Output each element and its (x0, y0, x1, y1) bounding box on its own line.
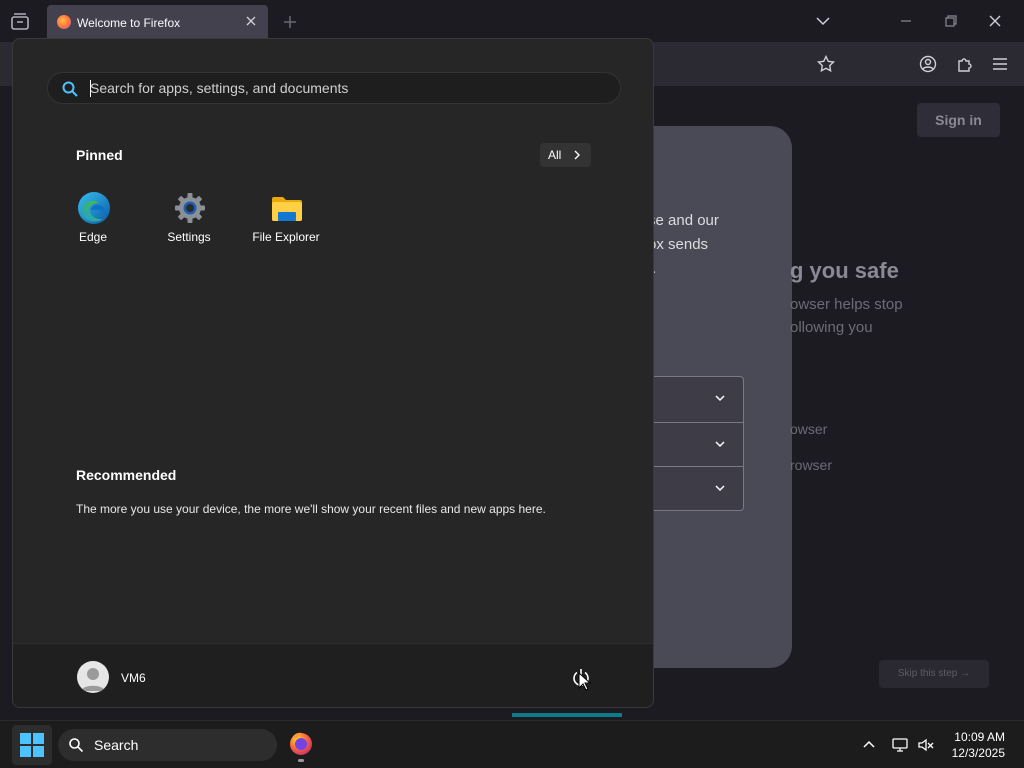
recommended-empty-text: The more you use your device, the more w… (76, 502, 546, 516)
restore-icon[interactable] (942, 12, 960, 30)
app-label: Edge (78, 230, 108, 244)
section-subtext: ollowing you (790, 319, 873, 336)
sign-in-button[interactable]: Sign in (917, 103, 1000, 137)
menu-icon[interactable] (990, 54, 1010, 74)
windows-logo-icon (20, 733, 44, 757)
volume-muted-icon[interactable] (917, 736, 935, 754)
user-avatar[interactable] (77, 661, 109, 693)
system-clock[interactable]: 10:09 AM 12/3/2025 (952, 729, 1005, 761)
network-icon[interactable] (891, 736, 909, 754)
chevron-down-icon (715, 485, 725, 492)
pinned-heading: Pinned (76, 147, 123, 163)
chevron-down-icon (715, 441, 725, 448)
clock-time: 10:09 AM (954, 730, 1005, 744)
tab-title: Welcome to Firefox (77, 16, 181, 30)
content-text-line: ox sends (648, 236, 709, 253)
minimize-icon[interactable] (897, 12, 915, 30)
progress-indicator (512, 713, 622, 717)
app-label: File Explorer (252, 230, 320, 244)
all-apps-button[interactable]: All (540, 143, 591, 167)
search-icon (69, 738, 84, 753)
start-menu-footer: VM6 (13, 643, 653, 707)
firefox-titlebar: Welcome to Firefox (0, 0, 1024, 42)
option-text: owser (790, 421, 828, 437)
option-text: rowser (790, 457, 833, 473)
user-name[interactable]: VM6 (121, 671, 146, 685)
settings-gear-icon (175, 193, 205, 223)
recommended-heading: Recommended (76, 467, 177, 483)
running-indicator (298, 759, 304, 762)
edge-icon (78, 192, 110, 224)
content-text-line: se and our (648, 212, 719, 229)
firefox-favicon-icon (57, 15, 71, 29)
start-button[interactable] (12, 725, 52, 765)
firefox-icon (290, 732, 312, 755)
list-all-tabs-icon[interactable] (814, 12, 832, 30)
section-heading: g you safe (790, 258, 899, 283)
tab-list-icon[interactable] (8, 10, 32, 34)
chevron-right-icon (574, 150, 580, 160)
text-caret (90, 80, 91, 97)
mouse-cursor-icon (578, 672, 592, 691)
start-menu: Pinned All Edge (12, 38, 654, 708)
bookmark-star-icon[interactable] (816, 54, 836, 74)
taskbar-search-label: Search (94, 737, 139, 753)
folder-icon (272, 197, 302, 221)
accordion-item[interactable] (654, 377, 743, 421)
close-window-icon[interactable] (986, 12, 1004, 30)
pinned-app-settings[interactable]: Settings (141, 189, 237, 249)
start-search-box[interactable] (47, 72, 621, 104)
taskbar-app-firefox[interactable] (285, 729, 317, 762)
skip-step-button[interactable]: Skip this step → (879, 660, 989, 688)
options-accordion (654, 376, 744, 511)
pinned-app-file-explorer[interactable]: File Explorer (238, 189, 334, 249)
browser-tab[interactable]: Welcome to Firefox (47, 5, 268, 41)
user-icon (81, 668, 105, 691)
taskbar-search-box[interactable]: Search (58, 729, 277, 761)
pinned-app-edge[interactable]: Edge (45, 189, 141, 249)
app-label: Settings (167, 230, 211, 244)
close-tab-icon[interactable] (244, 14, 258, 28)
chevron-up-icon[interactable] (860, 736, 878, 754)
account-icon[interactable] (918, 54, 938, 74)
start-search-input[interactable] (90, 73, 610, 103)
clock-date: 12/3/2025 (951, 746, 1005, 760)
chevron-down-icon (715, 395, 725, 402)
window-controls (794, 0, 1024, 42)
accordion-item[interactable] (654, 466, 743, 510)
section-subtext: owser helps stop (790, 296, 903, 313)
all-apps-label: All (548, 148, 562, 162)
extensions-icon[interactable] (955, 54, 975, 74)
taskbar: Search 10:09 AM 12/3/2025 (0, 720, 1024, 768)
search-icon (62, 81, 78, 97)
new-tab-icon[interactable] (282, 14, 298, 30)
accordion-item[interactable] (654, 422, 743, 466)
